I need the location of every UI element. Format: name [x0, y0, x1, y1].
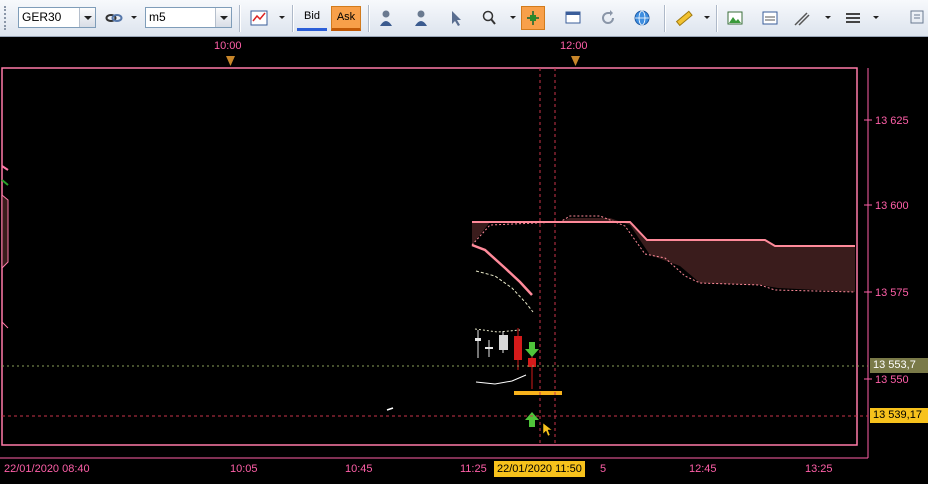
time-label-bottom: 11:25: [460, 463, 487, 475]
time-marker-icon[interactable]: [571, 56, 580, 66]
price-tick-label: 13 575: [875, 287, 909, 299]
ichimoku-cloud: [472, 218, 855, 292]
mouse-cursor-icon: [542, 422, 553, 437]
time-label-bottom: 22/01/2020 08:40: [4, 463, 90, 475]
time-label-bottom: 10:45: [345, 463, 373, 475]
candle-bullish: [499, 335, 508, 350]
candle-bullish: [475, 338, 481, 341]
kijun-line: [471, 243, 533, 296]
signal-arrow-icon: [1, 179, 9, 186]
time-label-bottom: 10:05: [230, 463, 258, 475]
candle-bullish: [485, 347, 493, 349]
time-label-bottom: 13:25: [805, 463, 833, 475]
bid-price-tag: 13 553,7: [870, 358, 928, 373]
cloud-line: [1, 165, 9, 171]
price-tick-label: 13 600: [875, 200, 909, 212]
price-tick-label: 13 550: [875, 374, 909, 386]
tenkan-line: [475, 270, 534, 313]
upper-band-line: [474, 328, 521, 333]
cursor-price-tag: 13 539,17: [870, 408, 928, 423]
time-label-bottom: 12:45: [689, 463, 717, 475]
price-chart[interactable]: 13 625 13 600 13 575 13 550: [0, 0, 928, 484]
cursor-time-tag: 22/01/2020 11:50: [494, 461, 585, 477]
price-tick-label: 13 625: [875, 115, 909, 127]
sell-signal-arrow-icon[interactable]: [525, 342, 539, 357]
time-label-bottom: 5: [600, 463, 607, 475]
chart-marker: [386, 407, 394, 411]
cloud-line: [1, 321, 9, 329]
candle-bearish: [514, 336, 522, 360]
buy-signal-arrow-icon[interactable]: [525, 412, 539, 427]
lower-band-line: [475, 374, 527, 385]
ichimoku-cloud: [1, 193, 9, 270]
time-marker-icon[interactable]: [226, 56, 235, 66]
